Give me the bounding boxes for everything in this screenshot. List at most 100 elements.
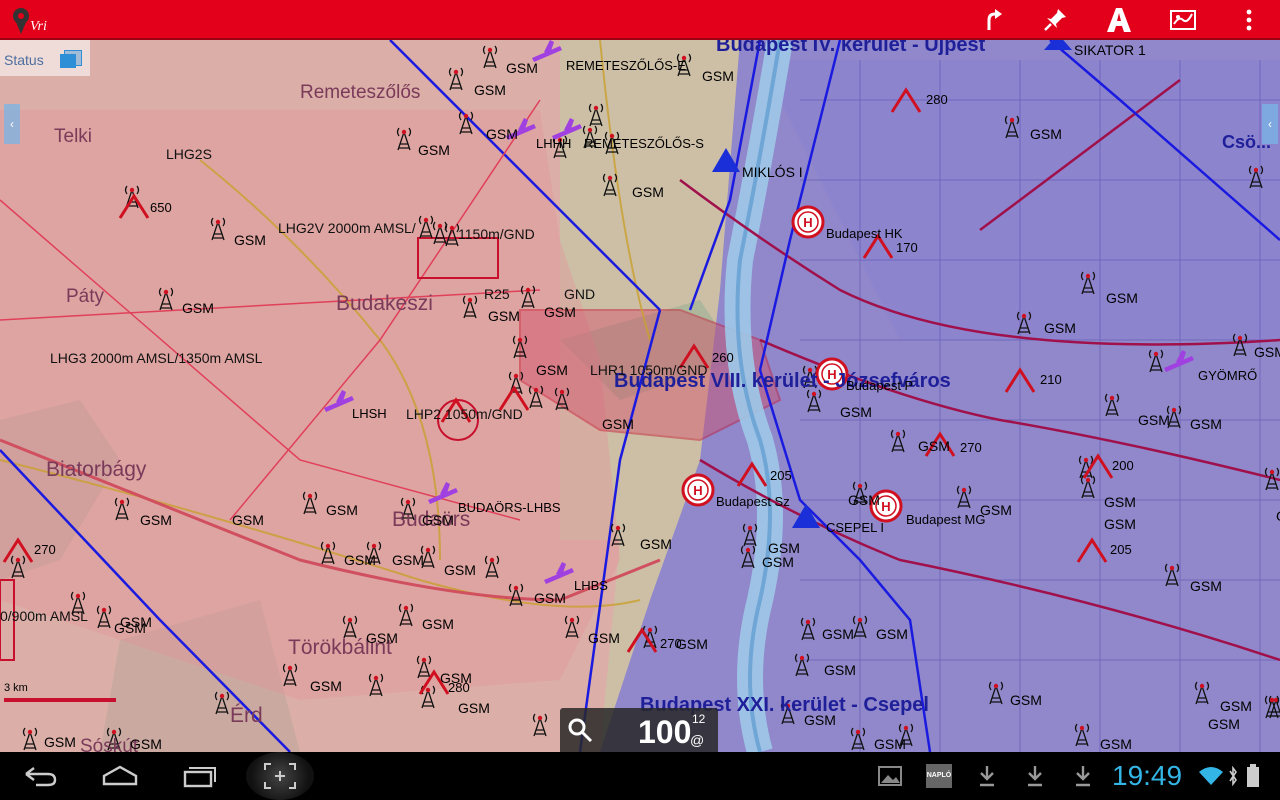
svg-text:H: H xyxy=(881,499,890,514)
gsm-label: GSM xyxy=(1104,494,1136,510)
left-drawer-handle[interactable]: ‹ xyxy=(4,104,20,144)
poi-label: Budapest Sz xyxy=(716,494,790,509)
elevation-label: 280 xyxy=(926,92,948,107)
recent-apps-icon xyxy=(183,767,216,788)
route-button[interactable] xyxy=(966,0,1020,40)
system-navigation-bar: NAPLÓ 19:49 xyxy=(0,752,1280,800)
zone-label: 1150m/GND xyxy=(458,226,535,242)
elevation-label: 205 xyxy=(770,468,792,483)
elevation-label: 210 xyxy=(1040,372,1062,387)
gsm-label: GSM xyxy=(310,678,342,694)
overflow-menu-button[interactable] xyxy=(1222,0,1276,40)
search-icon[interactable] xyxy=(566,716,594,744)
map-scale: 3 km xyxy=(4,682,116,702)
gsm-label: GSM xyxy=(876,626,908,642)
map-view[interactable]: HHHH Remeteszőlős Telki Páty Budakeszi B… xyxy=(0,40,1280,752)
status-label: Status xyxy=(4,52,44,68)
download-icon xyxy=(980,766,994,787)
pin-icon xyxy=(1044,9,1066,31)
zoom-level: 12 xyxy=(692,712,706,726)
gsm-label: GSM xyxy=(804,712,836,728)
gsm-label: GSM xyxy=(536,362,568,378)
gsm-label: GSM xyxy=(1044,320,1076,336)
gsm-label: GSM xyxy=(458,700,490,716)
gsm-label: GSM xyxy=(44,734,76,750)
top-action-bar: Vri xyxy=(0,0,1280,40)
svg-text:H: H xyxy=(803,215,812,230)
poi-label: LHHH xyxy=(536,136,572,151)
home-button[interactable] xyxy=(88,752,152,800)
gsm-label: GSM xyxy=(1138,412,1170,428)
road-button[interactable] xyxy=(1092,0,1146,40)
gsm-label: GSM xyxy=(444,562,476,578)
gsm-label: GSM xyxy=(1220,698,1252,714)
right-drawer-handle[interactable]: ‹ xyxy=(1262,104,1278,144)
app-logo-icon[interactable]: Vri xyxy=(10,6,50,36)
scale-label: 3 km xyxy=(4,682,28,694)
elevation-label: 270 xyxy=(34,542,56,557)
gsm-label: GSM xyxy=(534,590,566,606)
poi-label: Budapest P xyxy=(846,378,914,393)
gsm-label: GSM xyxy=(486,126,518,142)
zone-label: LHG3 2000m AMSL/1350m AMSL xyxy=(50,350,263,366)
elevation-label: 205 xyxy=(1110,542,1132,557)
poi-label: Budapest MG xyxy=(906,512,986,527)
crop-screenshot-icon xyxy=(264,763,296,789)
poi-label: REMETESZŐLŐS-E xyxy=(566,58,686,73)
gsm-label: GSM xyxy=(326,502,358,518)
zone-label: LHP2 1050m/GND xyxy=(406,406,523,422)
zone-label: LHG2V 2000m AMSL/ xyxy=(278,220,416,236)
gsm-label: GSM xyxy=(1208,716,1240,732)
svg-text:H: H xyxy=(693,483,702,498)
back-button[interactable] xyxy=(8,752,72,800)
gsm-label: GSM xyxy=(1100,736,1132,752)
gsm-label: GSM xyxy=(640,536,672,552)
gsm-label: GSM xyxy=(344,552,376,568)
elevation-label: 170 xyxy=(896,240,918,255)
layers-icon xyxy=(60,54,76,68)
gsm-label: GSM xyxy=(1030,126,1062,142)
gsm-label: GSM xyxy=(506,60,538,76)
screenshot-button[interactable] xyxy=(246,752,314,800)
scale-bar xyxy=(4,698,116,702)
gsm-label: GSM xyxy=(702,68,734,84)
gsm-label: GSM xyxy=(602,416,634,432)
gsm-label: GSM xyxy=(440,670,472,686)
heliport-icon: H xyxy=(791,205,825,239)
poi-label: LHBS xyxy=(574,578,608,593)
download-icon xyxy=(1028,766,1042,787)
gallery-notification-icon xyxy=(878,766,902,786)
zone-label: 0/900m AMSL xyxy=(0,608,88,624)
gsm-label: GSM xyxy=(980,502,1012,518)
wifi-icon xyxy=(1199,767,1223,785)
gsm-label: GSM xyxy=(182,300,214,316)
clock: 19:49 xyxy=(1112,760,1183,791)
poi-label: CSEPEL I xyxy=(826,520,885,535)
elevation-label: 200 xyxy=(1112,458,1134,473)
download-icon xyxy=(1076,766,1090,787)
gsm-label: GSM xyxy=(422,616,454,632)
gsm-label: GSM xyxy=(840,404,872,420)
battery-icon xyxy=(1247,764,1259,787)
poi-label: LHSH xyxy=(352,406,387,421)
gsm-label: GSM xyxy=(120,614,152,630)
gsm-label: GSM xyxy=(632,184,664,200)
gsm-label: GSM xyxy=(1104,516,1136,532)
pin-button[interactable] xyxy=(1028,0,1082,40)
map-icon xyxy=(1170,10,1196,30)
poi-label: MIKLÓS I xyxy=(742,164,803,180)
gsm-label: GSM xyxy=(762,554,794,570)
recent-apps-button[interactable] xyxy=(168,752,232,800)
road-icon xyxy=(1107,8,1131,32)
status-panel[interactable]: Status xyxy=(0,40,90,76)
gsm-label: GSM xyxy=(234,232,266,248)
poi-label: BUDAÖRS-LHBS xyxy=(458,500,561,515)
map-layer-button[interactable] xyxy=(1156,0,1210,40)
gsm-label: GSM xyxy=(130,736,162,752)
naplo-notification-icon: NAPLÓ xyxy=(926,764,952,788)
gsm-label: GSM xyxy=(488,308,520,324)
zone-label: LHG2S xyxy=(166,146,212,162)
app-logo-text: Vri xyxy=(30,19,47,34)
zoom-widget[interactable]: 100 12 @ xyxy=(560,708,718,752)
poi-label: Budapest HK xyxy=(826,226,903,241)
